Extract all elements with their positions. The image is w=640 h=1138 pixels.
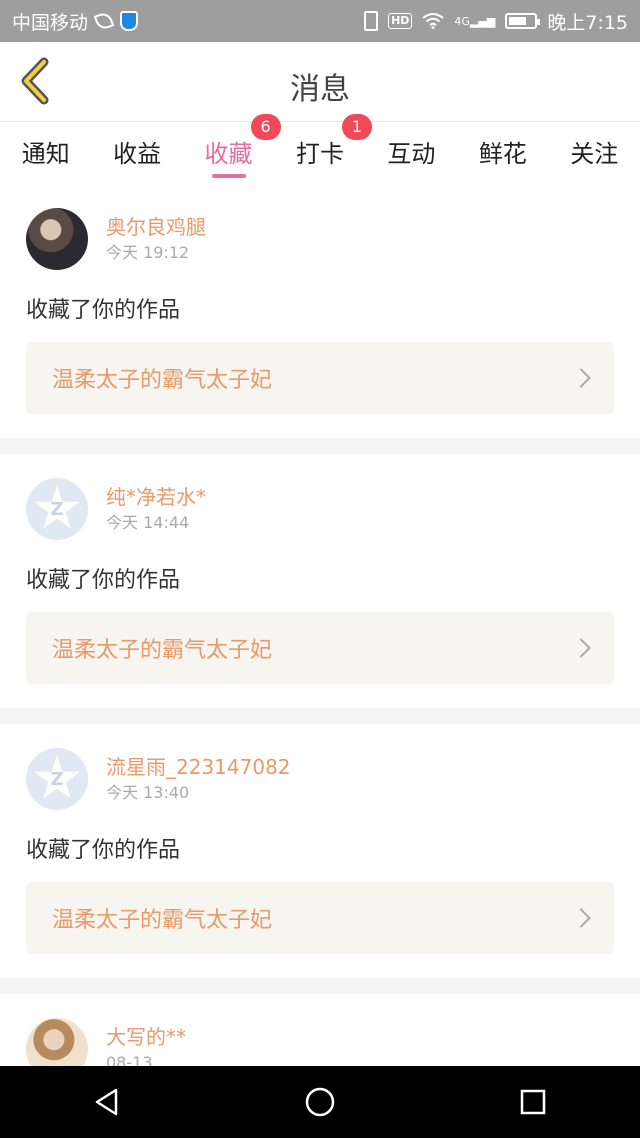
wifi-icon (422, 13, 445, 29)
carrier-label: 中国移动 (12, 11, 89, 34)
work-link[interactable]: 温柔太子的霸气太子妃 (26, 612, 614, 684)
avatar[interactable]: Z (26, 478, 88, 540)
message-card: 大写的** 08-13 (0, 994, 640, 1066)
user-name[interactable]: 大写的** (106, 1023, 186, 1051)
avatar[interactable]: Z (26, 748, 88, 810)
vibrate-icon (364, 11, 379, 31)
square-recents-icon (521, 1089, 546, 1115)
avatar[interactable] (26, 208, 88, 270)
chevron-right-icon (571, 908, 591, 928)
tab-flowers[interactable]: 鲜花 (457, 122, 548, 184)
tab-bar: 通知 收益 收藏 6 打卡 1 互动 鲜花 关注 (0, 114, 640, 184)
triangle-back-icon (95, 1088, 117, 1116)
tab-checkin[interactable]: 打卡 1 (274, 114, 372, 184)
shield-icon (120, 11, 139, 31)
message-time: 今天 13:40 (106, 783, 190, 802)
circle-home-icon (305, 1087, 335, 1117)
user-name[interactable]: 纯*净若水* (106, 483, 206, 511)
work-title: 温柔太子的霸气太子妃 (52, 368, 273, 393)
tab-label: 互动 (387, 140, 436, 168)
work-link[interactable]: 温柔太子的霸气太子妃 (26, 882, 614, 954)
message-time: 今天 14:44 (106, 513, 190, 532)
user-name[interactable]: 奥尔良鸡腿 (106, 213, 206, 241)
page-title: 消息 (290, 72, 350, 107)
active-tab-indicator (211, 174, 246, 178)
tab-earnings[interactable]: 收益 (91, 122, 182, 184)
message-action: 收藏了你的作品 (26, 298, 181, 323)
network-label: 4G (454, 14, 470, 28)
message-card: Z 流星雨_223147082 今天 13:40 收藏了你的作品 温柔太子的霸气… (0, 724, 640, 978)
message-time: 08-13 (106, 1053, 153, 1066)
chevron-right-icon (571, 368, 591, 388)
tab-label: 鲜花 (478, 140, 527, 168)
work-link[interactable]: 温柔太子的霸气太子妃 (26, 342, 614, 414)
chevron-right-icon (571, 638, 591, 658)
leaf-icon (93, 10, 115, 32)
tab-label: 收益 (113, 140, 162, 168)
default-avatar-icon: Z (33, 755, 81, 799)
tab-interaction[interactable]: 互动 (366, 122, 457, 184)
app-header: 消息 (0, 42, 640, 122)
message-time: 今天 19:12 (106, 243, 190, 262)
tab-notifications[interactable]: 通知 (0, 122, 91, 184)
signal-icon: 4G▂▄▆ (454, 14, 496, 28)
message-list: 奥尔良鸡腿 今天 19:12 收藏了你的作品 温柔太子的霸气太子妃 Z 纯*净若… (0, 184, 640, 1066)
tab-label: 通知 (21, 140, 70, 168)
tab-label: 关注 (570, 140, 619, 168)
status-bar: 中国移动 HD 4G▂▄▆ 晚上7:15 (0, 0, 640, 42)
battery-icon (505, 13, 541, 29)
message-card: Z 纯*净若水* 今天 14:44 收藏了你的作品 温柔太子的霸气太子妃 (0, 454, 640, 708)
tab-label: 打卡 (295, 140, 344, 168)
clock-label: 晚上7:15 (547, 11, 628, 34)
hd-icon: HD (388, 13, 413, 29)
nav-recents-button[interactable] (503, 1072, 563, 1132)
nav-home-button[interactable] (290, 1072, 350, 1132)
work-title: 温柔太子的霸气太子妃 (52, 908, 273, 933)
message-action: 收藏了你的作品 (26, 838, 181, 863)
system-nav-bar (0, 1066, 640, 1138)
message-action: 收藏了你的作品 (26, 568, 181, 593)
tab-follow[interactable]: 关注 (549, 122, 640, 184)
message-card: 奥尔良鸡腿 今天 19:12 收藏了你的作品 温柔太子的霸气太子妃 (0, 184, 640, 438)
default-avatar-icon: Z (33, 485, 81, 529)
user-name[interactable]: 流星雨_223147082 (106, 753, 291, 781)
tab-favorites[interactable]: 收藏 6 (183, 114, 281, 184)
work-title: 温柔太子的霸气太子妃 (52, 638, 273, 663)
avatar[interactable] (26, 1018, 88, 1066)
tab-label: 收藏 (204, 140, 253, 168)
nav-back-button[interactable] (77, 1072, 137, 1132)
